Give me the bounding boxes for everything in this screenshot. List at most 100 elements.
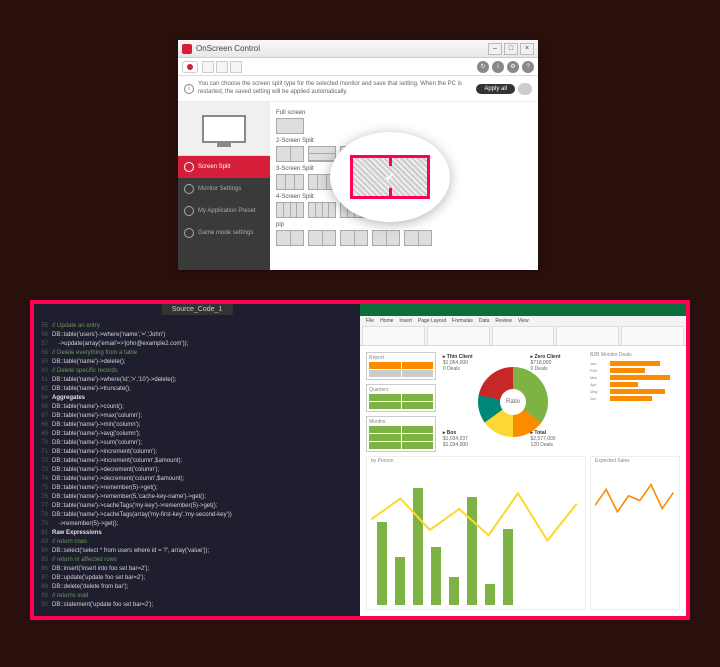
slicer-panel: Report Quarters Months — [366, 352, 436, 452]
gear-icon[interactable]: ⚙ — [507, 61, 519, 73]
toolbar-seg[interactable] — [202, 61, 214, 73]
slicer-block[interactable]: Quarters — [366, 384, 436, 412]
bar-row: Mar — [590, 374, 680, 381]
close-button[interactable]: × — [520, 43, 534, 55]
toolbar-seg[interactable] — [230, 61, 242, 73]
sidebar-item[interactable]: My Application Preset — [178, 200, 270, 222]
maximize-button[interactable]: □ — [504, 43, 518, 55]
layout-option[interactable] — [372, 230, 400, 246]
info-bar: i You can choose the screen split type f… — [178, 76, 538, 102]
toolbar: ↻ i ⚙ ? — [178, 58, 538, 76]
window-title: OnScreen Control — [196, 44, 260, 53]
code-line: 81Raw Expressions — [34, 529, 360, 538]
dashboard-sheet: Report Quarters Months Ratio ▸ Thin Client… — [360, 346, 686, 616]
code-line: 55// Update an entry — [34, 322, 360, 331]
ribbon-tab[interactable]: Insert — [399, 318, 412, 324]
code-line: 58// Delete everything from a table — [34, 349, 360, 358]
code-line: 77DB::table('name')->cacheTags('my-key')… — [34, 502, 360, 511]
refresh-icon[interactable]: ↻ — [477, 61, 489, 73]
split-screen-demo: Source_Code_1 55// Update an entry56DB::… — [30, 300, 690, 620]
code-line: 75DB::table('name')->remember(5)->get(); — [34, 484, 360, 493]
kpi-label: ▸ Thin Client$1,064,0000 Deals — [443, 354, 473, 372]
bar-row: Apr — [590, 381, 680, 388]
line-chart: Expected Sales — [590, 456, 680, 610]
code-line: 72DB::table('name')->increment('column',… — [34, 457, 360, 466]
layout-option[interactable] — [404, 230, 432, 246]
excel-titlebar — [360, 304, 686, 316]
apply-all-button[interactable]: Apply all — [476, 84, 515, 94]
brand-logo-icon — [182, 61, 198, 73]
ribbon: File Home Insert Page Layout Formulas Data Rev… — [360, 316, 686, 346]
sidebar-item[interactable]: Game mode settings — [178, 222, 270, 244]
onscreen-control-window: OnScreen Control – □ × ↻ i ⚙ ? i You can… — [178, 40, 538, 270]
column-bar — [449, 577, 459, 605]
layout-option[interactable] — [340, 230, 368, 246]
bar-row: May — [590, 388, 680, 395]
ribbon-tab[interactable]: Data — [479, 318, 490, 324]
kpi-label: ▸ Total$2,577,000120 Deals — [531, 430, 556, 448]
layout-option[interactable] — [276, 230, 304, 246]
layout-option[interactable] — [276, 174, 304, 190]
sidebar-icon — [184, 162, 194, 172]
zoom-preview: ✔ — [330, 132, 450, 222]
dismiss-button[interactable] — [518, 83, 532, 95]
code-line: 60// Delete specific records — [34, 367, 360, 376]
section-label: pip — [276, 222, 532, 228]
ribbon-tab[interactable]: Page Layout — [418, 318, 446, 324]
chart-title: Expected Sales — [595, 458, 630, 464]
toolbar-seg[interactable] — [216, 61, 228, 73]
code-line: 83// return rows — [34, 538, 360, 547]
code-line: 84DB::select('select * from users where … — [34, 547, 360, 556]
layout-option[interactable] — [308, 230, 336, 246]
spreadsheet-pane: File Home Insert Page Layout Formulas Data Rev… — [360, 304, 686, 616]
layout-option[interactable] — [308, 146, 336, 162]
code-line: 69DB::table('name')->avg('column'); — [34, 430, 360, 439]
sidebar-item[interactable]: Monitor Settings — [178, 178, 270, 200]
ribbon-tab[interactable]: Review — [495, 318, 511, 324]
layout-option[interactable] — [276, 202, 304, 218]
code-line: 59DB::table('name')->delete(); — [34, 358, 360, 367]
monitor-preview — [178, 102, 270, 156]
code-line: 62DB::table('name')->truncate(); — [34, 385, 360, 394]
column-bar — [431, 547, 441, 605]
column-bar — [485, 584, 495, 605]
code-line: 68DB::table('name')->min('column'); — [34, 421, 360, 430]
code-line: 70DB::table('name')->sum('column'); — [34, 439, 360, 448]
info-icon[interactable]: i — [492, 61, 504, 73]
bar-row: Feb — [590, 367, 680, 374]
bar-row: Jan — [590, 360, 680, 367]
line-overlay — [371, 467, 581, 551]
info-text: You can choose the screen split type for… — [198, 81, 476, 95]
editor-tab[interactable]: Source_Code_1 — [162, 304, 233, 315]
ribbon-tab[interactable]: Home — [380, 318, 393, 324]
ribbon-tab[interactable]: View — [518, 318, 529, 324]
ribbon-tab[interactable]: Formulas — [452, 318, 473, 324]
code-line: 61DB::table('name')->where('id','>','10'… — [34, 376, 360, 385]
code-line: 89// returns void — [34, 592, 360, 601]
donut-chart: Ratio ▸ Thin Client$1,064,0000 Deals▸ Ze… — [440, 352, 586, 452]
layout-option[interactable] — [276, 118, 304, 134]
ribbon-tab[interactable]: File — [366, 318, 374, 324]
slicer-block[interactable]: Months — [366, 416, 436, 452]
sidebar-item[interactable]: Screen Split — [178, 156, 270, 178]
selected-layout: ✔ — [350, 155, 430, 199]
minimize-button[interactable]: – — [488, 43, 502, 55]
code-line: 86DB::insert('insert into foo set bar=2'… — [34, 565, 360, 574]
column-bar — [395, 557, 405, 605]
check-icon: ✔ — [379, 166, 401, 188]
layout-option[interactable] — [276, 146, 304, 162]
titlebar: OnScreen Control – □ × — [178, 40, 538, 58]
slicer-block[interactable]: Report — [366, 352, 436, 380]
app-icon — [182, 44, 192, 54]
kpi-label: ▸ Box$1,034,037$1,034,000 — [443, 430, 468, 448]
info-circle-icon: i — [184, 84, 194, 94]
help-icon[interactable]: ? — [522, 61, 534, 73]
code-line: 73DB::table('name')->decrement('column')… — [34, 466, 360, 475]
code-editor-pane: Source_Code_1 55// Update an entry56DB::… — [34, 304, 360, 616]
code-body: 55// Update an entry56DB::table('users')… — [34, 304, 360, 610]
chart-title: by Person — [371, 458, 394, 464]
code-line: 71DB::table('name')->increment('column')… — [34, 448, 360, 457]
bar-chart-panel: B2B Monitor Deals JanFebMarAprMayJun — [590, 352, 680, 452]
layout-option[interactable] — [308, 202, 336, 218]
bar-row: Jun — [590, 395, 680, 402]
